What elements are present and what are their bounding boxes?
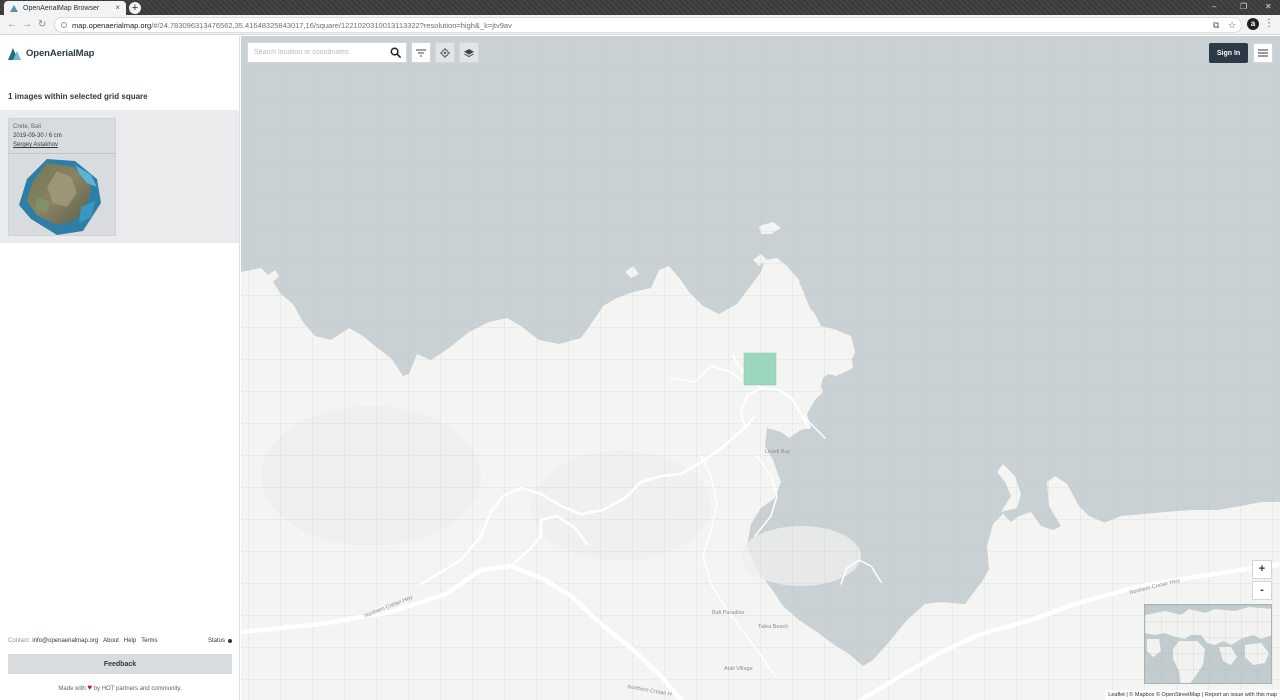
result-place: Crete, Bali bbox=[13, 124, 42, 130]
amazon-extension-icon[interactable]: a bbox=[1247, 18, 1259, 30]
sign-in-button[interactable]: Sign In bbox=[1209, 43, 1248, 63]
oam-logo-icon bbox=[8, 46, 22, 60]
browser-menu-icon[interactable]: ⋮ bbox=[1264, 18, 1274, 30]
filter-icon bbox=[416, 49, 426, 56]
window-maximize-button[interactable]: ❐ bbox=[1240, 2, 1247, 11]
footer-links: Contact: info@openaerialmap.org About He… bbox=[8, 638, 232, 644]
minimap-world bbox=[1145, 605, 1271, 683]
result-meta: 2019-09-30 / 6 cm bbox=[13, 133, 62, 139]
heart-icon: ♥ bbox=[87, 683, 93, 692]
search-input[interactable] bbox=[248, 43, 388, 62]
zoom-out-button[interactable]: - bbox=[1252, 581, 1272, 600]
bookmark-star-icon[interactable]: ☆ bbox=[1228, 20, 1236, 31]
result-author-link[interactable]: Sergey Astakhov bbox=[13, 142, 58, 148]
zoom-in-button[interactable]: + bbox=[1252, 560, 1272, 579]
forward-button[interactable]: → bbox=[22, 19, 32, 31]
layers-button[interactable] bbox=[459, 42, 479, 63]
made-with-text: Made with ♥ by HOT partners and communit… bbox=[58, 683, 182, 692]
locate-button[interactable] bbox=[435, 42, 455, 63]
browser-tab-strip: OpenAerialMap Browser × + – ❐ ✕ bbox=[0, 0, 1280, 15]
result-card[interactable]: Crete, Bali 2019-09-30 / 6 cm Sergey Ast… bbox=[8, 118, 116, 236]
hamburger-icon bbox=[1258, 49, 1268, 57]
browser-tab[interactable]: OpenAerialMap Browser × bbox=[4, 1, 126, 15]
status-label: Status bbox=[207, 638, 225, 644]
map-canvas[interactable]: Northern Cretan Hwy Northern Cretan Hwy … bbox=[241, 36, 1280, 700]
status-link[interactable]: Status bbox=[208, 638, 232, 644]
brand-logo[interactable]: OpenAerialMap bbox=[8, 46, 94, 60]
status-dot-icon bbox=[228, 639, 232, 643]
overview-minimap[interactable] bbox=[1144, 604, 1272, 684]
contact-email-link[interactable]: info@openaerialmap.org bbox=[32, 638, 98, 644]
translate-icon[interactable]: ⧉ bbox=[1213, 20, 1219, 31]
window-close-button[interactable]: ✕ bbox=[1265, 2, 1272, 11]
results-title: 1 images within selected grid square bbox=[8, 92, 148, 101]
card-divider bbox=[9, 153, 115, 154]
browser-tab-title: OpenAerialMap Browser bbox=[23, 4, 100, 12]
location-search bbox=[247, 42, 407, 63]
search-icon[interactable] bbox=[390, 47, 401, 58]
new-tab-button[interactable]: + bbox=[129, 2, 141, 14]
place-label-atali-village: Atali Village bbox=[724, 666, 753, 672]
oam-favicon-icon bbox=[10, 4, 18, 12]
back-button[interactable]: ← bbox=[7, 19, 17, 31]
main-menu-button[interactable] bbox=[1253, 43, 1273, 63]
results-panel: Crete, Bali 2019-09-30 / 6 cm Sergey Ast… bbox=[0, 110, 239, 243]
place-label-talea-beach: Talea Beach bbox=[758, 624, 789, 630]
browser-toolbar: ← → ↻ map.openaerialmap.org/#/24.7830963… bbox=[0, 15, 1280, 35]
help-link[interactable]: Help bbox=[124, 638, 136, 644]
place-label-bali-paradise: Bali Paradise bbox=[712, 610, 745, 616]
terms-link[interactable]: Terms bbox=[141, 638, 157, 644]
layers-icon bbox=[464, 48, 474, 57]
about-link[interactable]: About bbox=[103, 638, 119, 644]
tab-close-icon[interactable]: × bbox=[115, 4, 120, 12]
address-bar[interactable]: map.openaerialmap.org/#/24.7830963134765… bbox=[54, 17, 1242, 33]
brand-name: OpenAerialMap bbox=[26, 47, 95, 59]
feedback-button[interactable]: Feedback bbox=[8, 654, 232, 674]
map-attribution[interactable]: Leaflet | © Mapbox © OpenStreetMap | Rep… bbox=[1105, 690, 1280, 700]
address-url[interactable]: map.openaerialmap.org/#/24.7830963134765… bbox=[72, 21, 512, 30]
filter-button[interactable] bbox=[411, 42, 431, 63]
window-minimize-button[interactable]: – bbox=[1212, 2, 1216, 11]
contact-label: Contact: bbox=[8, 638, 31, 644]
crosshair-icon bbox=[440, 47, 450, 58]
sidebar: OpenAerialMap 1 images within selected g… bbox=[0, 36, 240, 700]
place-label-cove: Livadi Bay bbox=[765, 449, 791, 455]
result-thumbnail[interactable] bbox=[17, 157, 101, 235]
reload-button[interactable]: ↻ bbox=[38, 19, 46, 31]
selected-grid-square bbox=[743, 352, 777, 386]
lock-icon bbox=[61, 22, 67, 28]
